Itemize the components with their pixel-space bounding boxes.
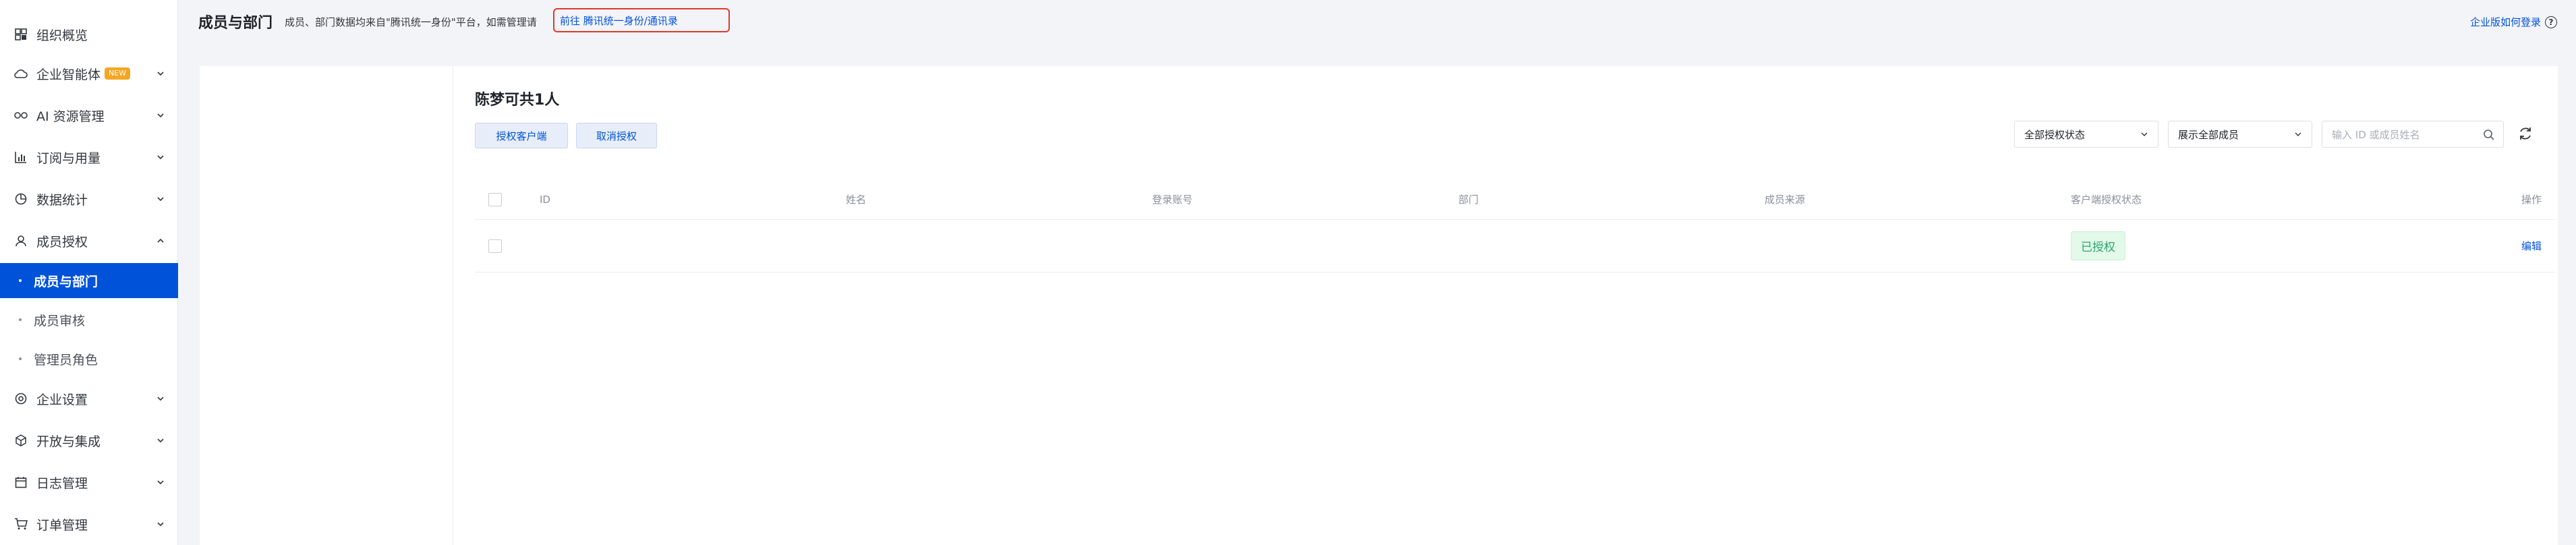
bar-chart-icon xyxy=(13,150,28,165)
column-header-account: 登录账号 xyxy=(1152,194,1193,206)
page-header: 成员与部门 成员、部门数据均来自"腾讯统一身份"平台，如需管理请 前往 腾讯统一… xyxy=(178,0,2576,46)
calendar-icon xyxy=(13,475,28,490)
sidebar-subitem-admin-roles[interactable]: 管理员角色 xyxy=(0,341,178,376)
header-description: 成员、部门数据均来自"腾讯统一身份"平台，如需管理请 xyxy=(285,16,537,28)
bullet-icon xyxy=(19,279,22,282)
column-header-actions: 操作 xyxy=(2521,194,2542,206)
enterprise-login-help[interactable]: 企业版如何登录 ? xyxy=(2470,15,2557,29)
auth-status-select-value: 全部授权状态 xyxy=(2024,128,2086,141)
sidebar-item-logs[interactable]: 日志管理 xyxy=(0,464,178,500)
revoke-auth-button[interactable]: 取消授权 xyxy=(576,123,657,148)
chevron-down-icon xyxy=(2141,132,2148,136)
sidebar-subitem-label: 管理员角色 xyxy=(34,352,98,368)
chevron-down-icon xyxy=(157,397,164,401)
sidebar-item-label: 日志管理 xyxy=(36,476,88,491)
tencent-identity-link[interactable]: 前往 腾讯统一身份/通讯录 xyxy=(560,13,678,28)
sidebar-item-agents[interactable]: 企业智能体 NEW xyxy=(0,55,178,92)
sidebar-item-ai-resources[interactable]: AI 资源管理 xyxy=(0,97,178,134)
chevron-down-icon xyxy=(157,71,164,76)
sidebar-subitem-label: 成员与部门 xyxy=(34,274,98,289)
sidebar-item-label: 成员授权 xyxy=(36,234,88,250)
status-badge: 已授权 xyxy=(2071,231,2125,260)
bullet-icon xyxy=(19,318,22,321)
member-table: ID 姓名 登录账号 部门 成员来源 客户端授权状态 操作 已授权 编辑 xyxy=(475,179,2555,272)
edit-link[interactable]: 编辑 xyxy=(2521,239,2542,253)
search-icon[interactable] xyxy=(2483,129,2495,141)
sidebar-item-label: AI 资源管理 xyxy=(36,109,105,124)
select-all-checkbox[interactable] xyxy=(488,192,502,206)
new-badge: NEW xyxy=(105,67,131,80)
refresh-icon[interactable] xyxy=(2517,125,2534,142)
sidebar-item-statistics[interactable]: 数据统计 xyxy=(0,181,178,217)
chevron-down-icon xyxy=(157,113,164,118)
cloud-icon xyxy=(13,66,28,81)
column-header-auth-status: 客户端授权状态 xyxy=(2071,194,2142,206)
sidebar-item-integration[interactable]: 开放与集成 xyxy=(0,422,178,459)
member-scope-select[interactable]: 展示全部成员 xyxy=(2168,121,2312,148)
chevron-down-icon xyxy=(157,522,164,527)
sidebar-subitem-members-departments[interactable]: 成员与部门 xyxy=(0,263,178,298)
user-icon xyxy=(13,233,28,248)
cube-icon xyxy=(13,433,28,448)
search-placeholder: 输入 ID 或成员姓名 xyxy=(2332,128,2420,141)
sidebar-item-label: 企业设置 xyxy=(36,392,88,407)
sidebar-item-subscription[interactable]: 订阅与用量 xyxy=(0,139,178,175)
chevron-down-icon xyxy=(157,197,164,202)
cart-icon xyxy=(13,517,28,532)
column-header-name: 姓名 xyxy=(846,194,867,206)
row-checkbox-cell[interactable] xyxy=(488,220,502,272)
authorize-client-button[interactable]: 授权客户端 xyxy=(475,123,568,148)
department-tree-pane xyxy=(200,66,453,545)
enterprise-login-link[interactable]: 企业版如何登录 xyxy=(2470,15,2541,29)
cell-auth-status: 已授权 xyxy=(2071,220,2125,272)
chevron-down-icon xyxy=(157,480,164,485)
chevron-down-icon xyxy=(2295,132,2301,136)
header-checkbox[interactable] xyxy=(488,179,502,219)
sidebar-item-member-auth[interactable]: 成员授权 xyxy=(0,223,178,259)
sidebar-subitem-label: 成员审核 xyxy=(34,313,86,328)
sidebar-item-overview[interactable]: 组织概览 xyxy=(0,16,178,53)
chevron-down-icon xyxy=(157,438,164,443)
help-icon[interactable]: ? xyxy=(2545,16,2557,28)
sidebar-subitem-member-review[interactable]: 成员审核 xyxy=(0,302,178,337)
chevron-up-icon xyxy=(157,238,164,243)
table-row: 已授权 编辑 xyxy=(475,220,2555,272)
column-header-id: ID xyxy=(540,193,550,206)
row-checkbox[interactable] xyxy=(488,239,502,253)
column-header-source: 成员来源 xyxy=(1765,194,1806,206)
sidebar-item-label: 数据统计 xyxy=(36,192,88,208)
member-count-title: 陈梦可共1人 xyxy=(475,92,560,109)
member-list-pane: 陈梦可共1人 授权客户端 取消授权 全部授权状态 展示全部成员 输入 ID 或成… xyxy=(453,66,2558,545)
member-scope-select-value: 展示全部成员 xyxy=(2178,128,2239,141)
grid-icon xyxy=(13,27,28,42)
main-card: 陈梦可共1人 授权客户端 取消授权 全部授权状态 展示全部成员 输入 ID 或成… xyxy=(200,66,2558,545)
member-search-input[interactable]: 输入 ID 或成员姓名 xyxy=(2322,121,2504,148)
pie-chart-icon xyxy=(13,192,28,206)
infinity-icon xyxy=(13,108,28,123)
bullet-icon xyxy=(19,357,22,360)
sidebar-item-label: 企业智能体 xyxy=(36,67,101,82)
column-header-department: 部门 xyxy=(1458,194,1479,206)
sidebar-item-orders[interactable]: 订单管理 xyxy=(0,506,178,542)
sidebar-item-label: 订阅与用量 xyxy=(36,150,101,166)
cell-actions: 编辑 xyxy=(2521,220,2542,272)
chevron-down-icon xyxy=(157,155,164,160)
highlighted-link-box: 前往 腾讯统一身份/通讯录 xyxy=(553,8,730,32)
sidebar-item-label: 订单管理 xyxy=(36,517,88,533)
sidebar-item-label: 组织概览 xyxy=(36,28,88,43)
page-title: 成员与部门 xyxy=(198,15,273,32)
table-header: ID 姓名 登录账号 部门 成员来源 客户端授权状态 操作 xyxy=(475,179,2555,220)
sidebar-item-label: 开放与集成 xyxy=(36,434,101,449)
auth-status-select[interactable]: 全部授权状态 xyxy=(2014,121,2158,148)
settings-icon xyxy=(13,391,28,406)
sidebar-item-enterprise-settings[interactable]: 企业设置 xyxy=(0,380,178,417)
sidebar: 组织概览 企业智能体 NEW AI 资源管理 订阅与用量 数据统计 成员授权 成… xyxy=(0,0,178,545)
